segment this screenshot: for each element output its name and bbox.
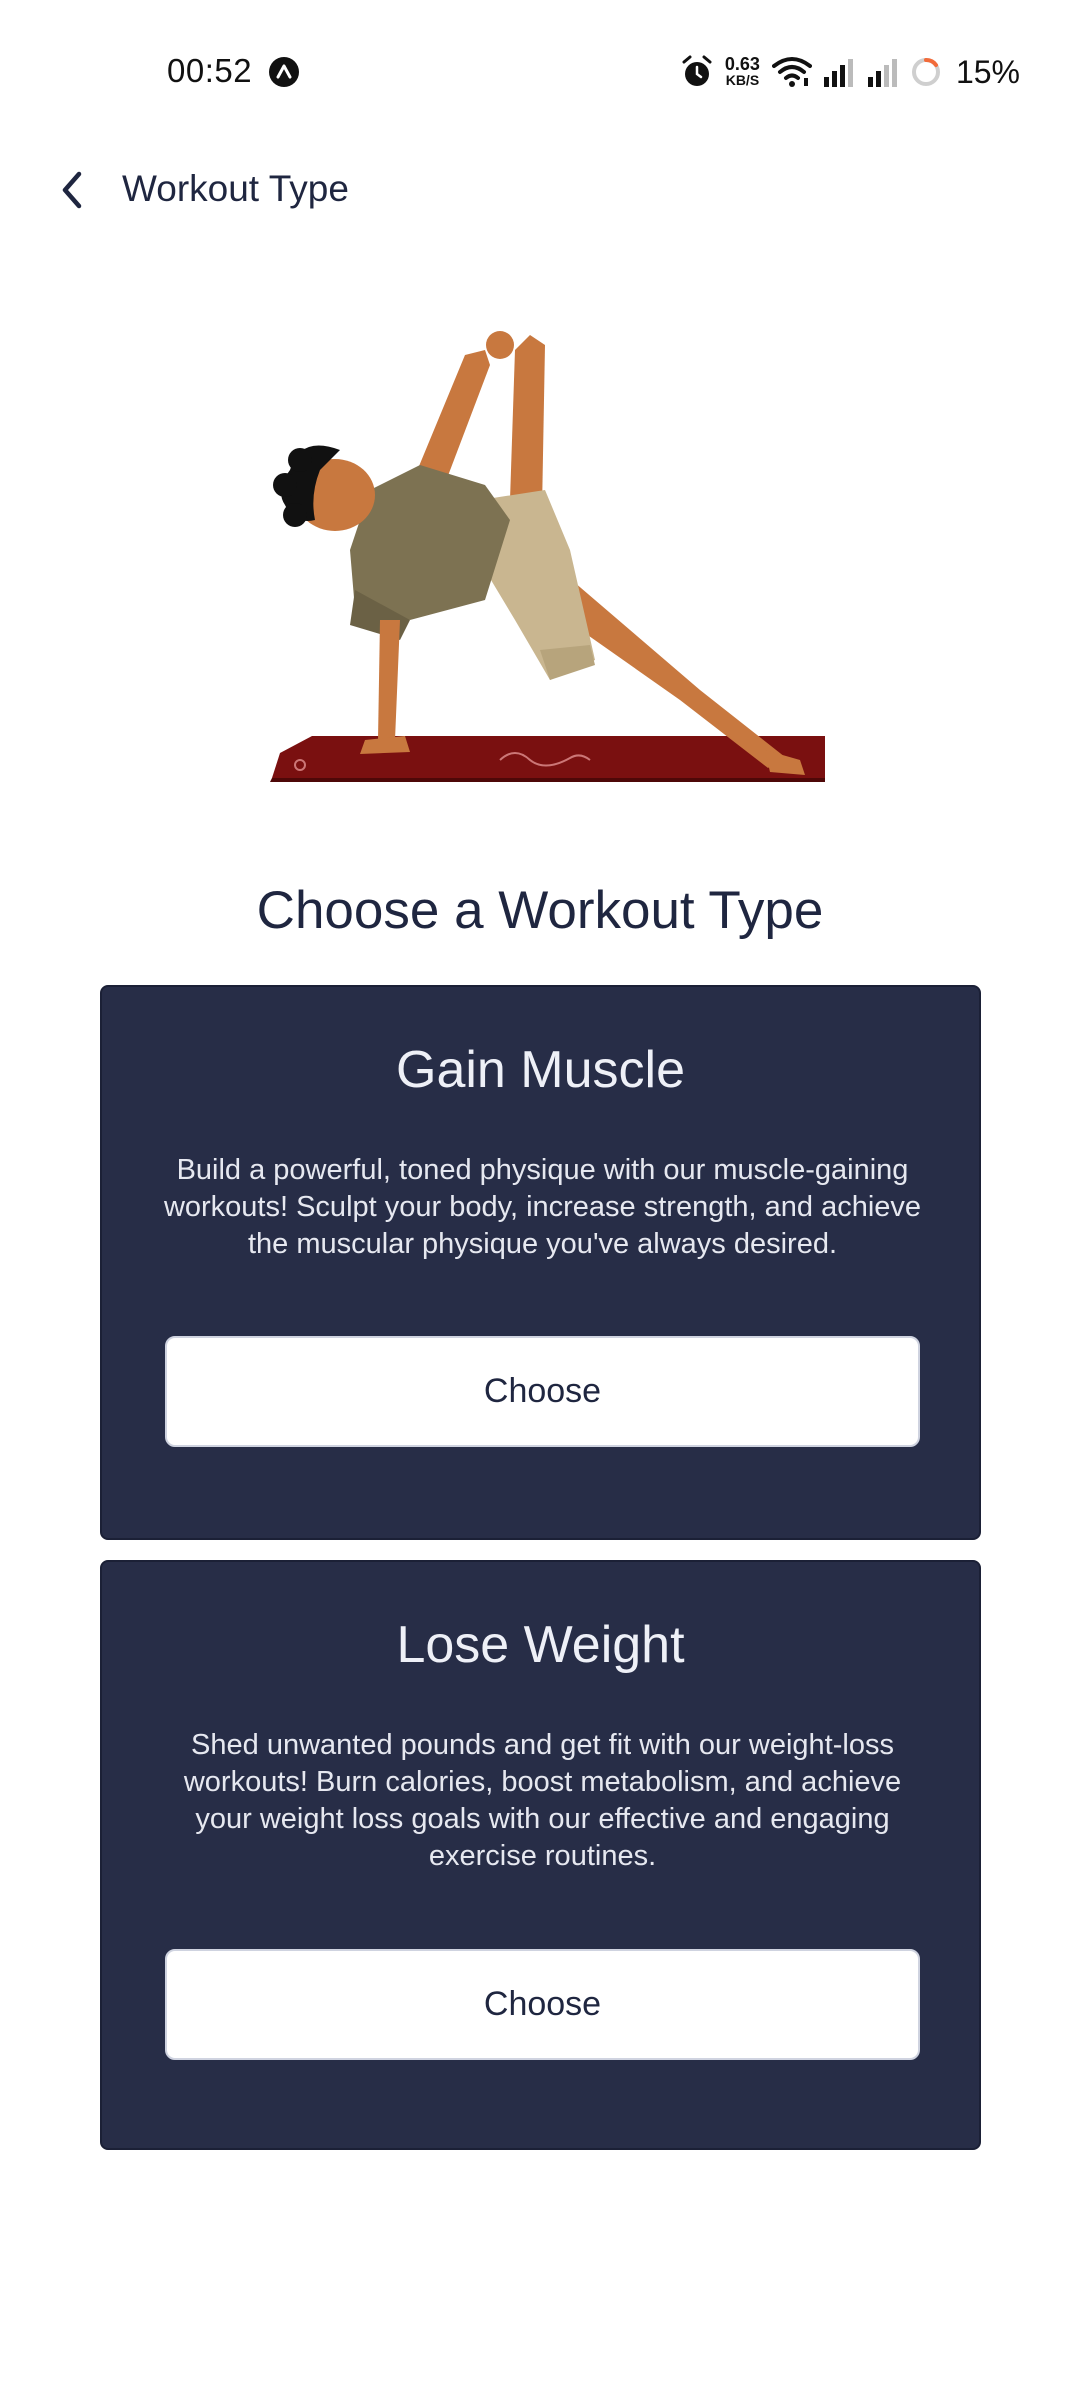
card-title: Gain Muscle	[396, 1041, 685, 1099]
page-title: Choose a Workout Type	[256, 881, 824, 940]
signal-icon-sim2	[867, 59, 897, 87]
wifi-icon	[771, 57, 812, 87]
a-badge-icon	[269, 57, 299, 87]
chevron-left-icon	[62, 171, 82, 209]
battery-percent: 15%	[955, 53, 1020, 90]
header-title: Workout Type	[122, 168, 349, 209]
app-header: Workout Type	[0, 140, 1080, 240]
card-description: Build a powerful, toned physique with ou…	[163, 1154, 922, 1260]
signal-icon-sim1	[823, 59, 853, 87]
network-speed-value: 0.63	[724, 54, 760, 74]
workout-card-lose-weight: Lose Weight Shed unwanted pounds and get…	[100, 1560, 981, 2150]
status-icons: 0.63 KB/S 15%	[681, 50, 1020, 94]
yoga-pose-illustration	[270, 331, 825, 782]
card-description: Shed unwanted pounds and get fit with ou…	[183, 1729, 902, 1872]
choose-gain-muscle-button[interactable]: Choose	[165, 1336, 920, 1447]
choose-lose-weight-button[interactable]: Choose	[165, 1949, 920, 2060]
status-bar: 00:52 0.63 KB/S 15%	[0, 0, 1080, 140]
back-button[interactable]	[44, 162, 100, 218]
battery-ring-icon	[911, 58, 940, 86]
network-speed-unit: KB/S	[725, 72, 760, 88]
card-title: Lose Weight	[396, 1616, 685, 1674]
workout-card-gain-muscle: Gain Muscle Build a powerful, toned phys…	[100, 985, 981, 1540]
status-time: 00:52	[167, 52, 253, 89]
alarm-icon	[682, 55, 712, 86]
network-speed: 0.63 KB/S	[724, 54, 760, 88]
